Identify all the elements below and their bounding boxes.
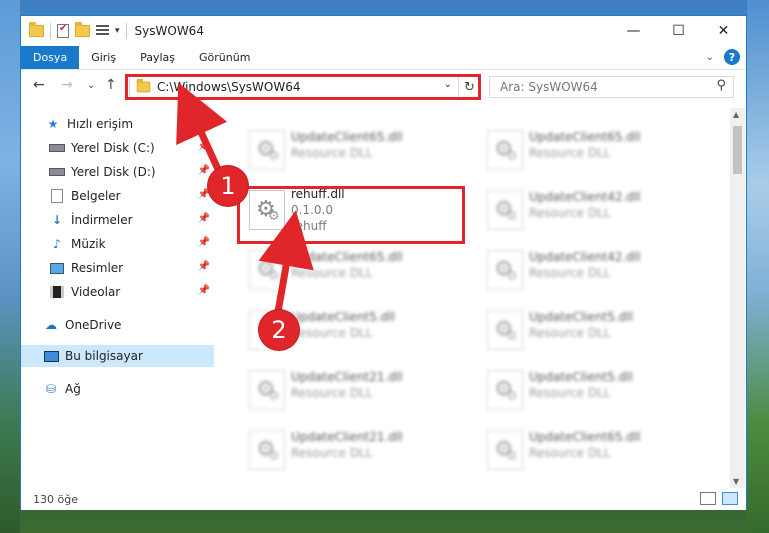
callout-badge-1: 1: [208, 166, 248, 206]
callout-arrow-1: [176, 82, 228, 180]
callout-arrows: [176, 82, 314, 313]
callout-badge-2: 2: [259, 310, 299, 350]
callout-arrow-2: [258, 210, 314, 313]
